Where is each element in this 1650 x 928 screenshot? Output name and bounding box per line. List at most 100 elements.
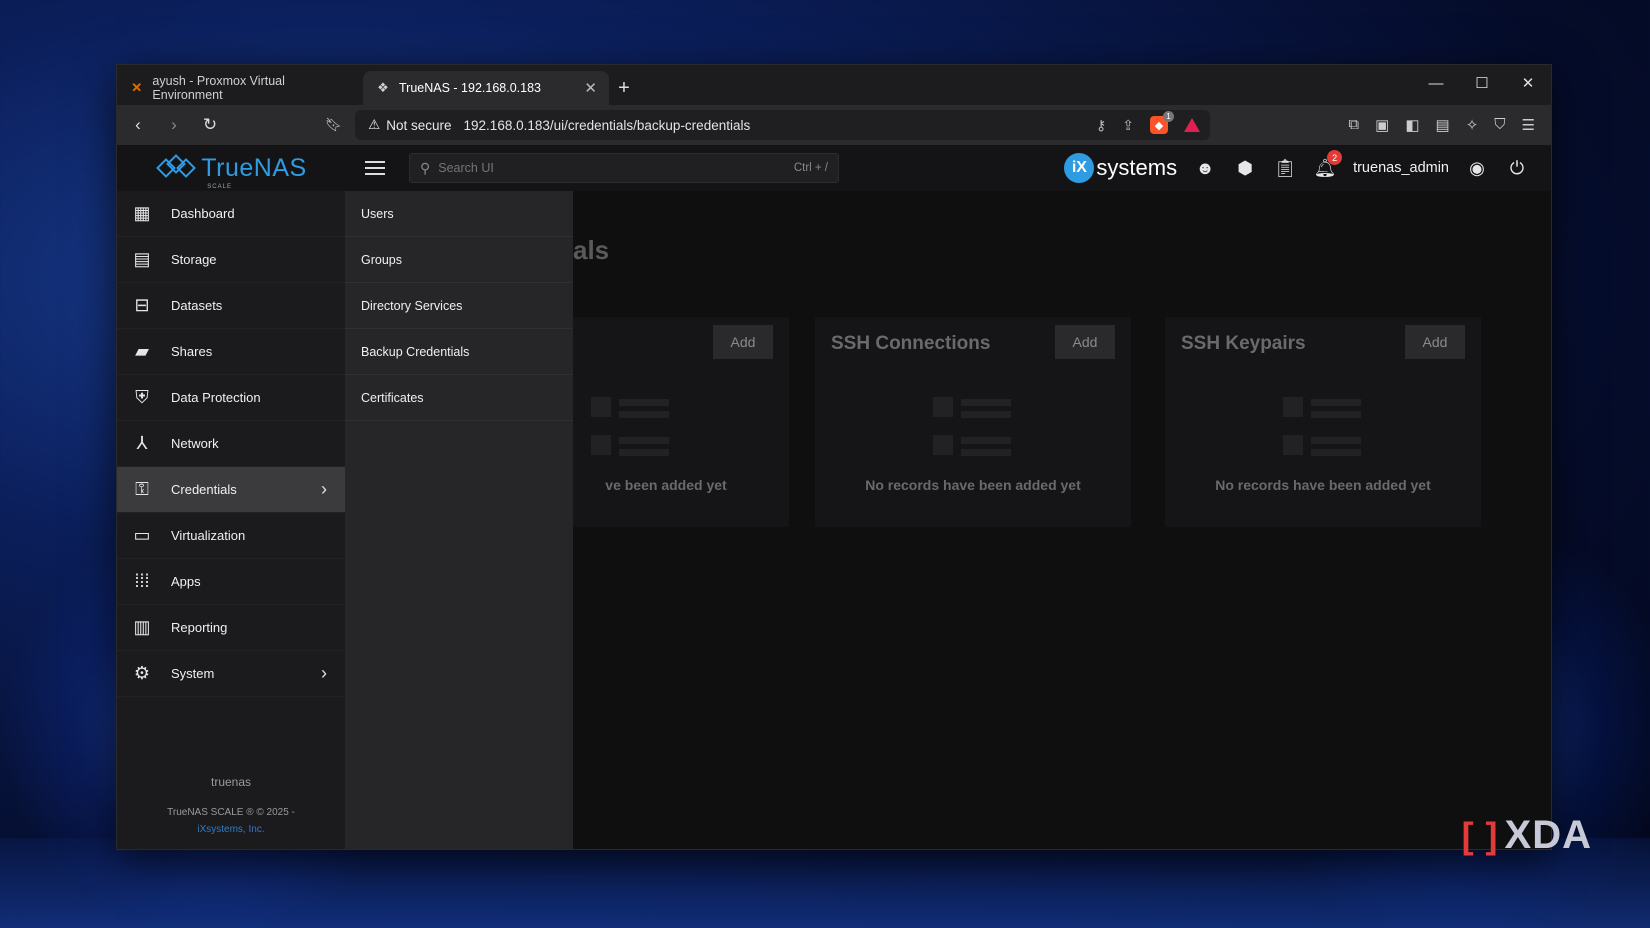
truecommand-icon[interactable]: ⬢ xyxy=(1233,156,1257,180)
omnibox-actions: ⚷ ⇪ ◆ xyxy=(1096,111,1200,134)
chevron-right-icon: › xyxy=(321,663,327,683)
dashboard-icon: ▦ xyxy=(133,203,151,223)
hostname: truenas xyxy=(210,775,252,789)
minimize-icon[interactable]: — xyxy=(1413,65,1459,101)
datasets-icon: ⊟ xyxy=(134,295,150,315)
new-tab-button[interactable]: + xyxy=(609,71,639,105)
account-icon[interactable]: ◉ xyxy=(1465,156,1489,180)
sidebar-item-shares[interactable]: ▰ Shares xyxy=(117,329,345,375)
sidebar-item-system[interactable]: ⚙ System › xyxy=(117,651,345,697)
empty-text: No records have been added yet xyxy=(865,477,1081,493)
bookmark-icon[interactable]: 🔖︎ xyxy=(325,117,342,133)
apps-grid-icon: ⁞⁞⁞ xyxy=(134,571,150,591)
close-window-icon[interactable]: ✕ xyxy=(1505,65,1551,101)
ixsystems-logo[interactable]: iX systems xyxy=(1064,153,1177,183)
sidebar: ▦ Dashboard ▤ Storage ⊟ Datasets ▰ Shares ⛨ D… xyxy=(117,191,345,849)
credentials-submenu: Users Groups Directory Services Backup C… xyxy=(345,191,573,849)
security-label: Not secure xyxy=(386,117,452,133)
maximize-icon[interactable]: ☐ xyxy=(1459,65,1505,101)
address-bar[interactable]: 🔖︎ ⚠ Not secure 192.168.0.183/ui/credent… xyxy=(325,110,1210,140)
key-icon[interactable]: ⚷ xyxy=(1096,117,1106,134)
card-cloud-credentials: Add ve been added yet xyxy=(573,317,789,527)
sidebar-item-virtualization[interactable]: ▭ Virtualization xyxy=(117,513,345,559)
wallet-icon[interactable]: ▤ xyxy=(1436,116,1450,134)
leo-ai-icon[interactable]: ✧ xyxy=(1466,116,1479,134)
search-shortcut: Ctrl + / xyxy=(793,162,828,174)
forward-icon[interactable]: › xyxy=(163,114,185,136)
menu-icon[interactable]: ☰ xyxy=(1522,116,1535,134)
sidebar-item-network[interactable]: ⅄ Network xyxy=(117,421,345,467)
sidebar-item-reporting[interactable]: ▥ Reporting xyxy=(117,605,345,651)
submenu-item-directory-services[interactable]: Directory Services xyxy=(345,283,573,329)
card-title: SSH Keypairs xyxy=(1181,333,1306,354)
brave-rewards-icon[interactable] xyxy=(1184,118,1200,132)
sidebar-item-apps[interactable]: ⁞⁞⁞ Apps xyxy=(117,559,345,605)
sidebar-item-label: System xyxy=(171,666,215,681)
add-button[interactable]: Add xyxy=(1405,325,1465,359)
page-title: als xyxy=(573,235,610,265)
submenu-item-groups[interactable]: Groups xyxy=(345,237,573,283)
notifications-bell-icon[interactable]: 🔔︎ 2 xyxy=(1313,150,1343,180)
add-button[interactable]: Add xyxy=(713,325,773,359)
tab-proxmox[interactable]: ✕ ayush - Proxmox Virtual Environment xyxy=(117,71,363,105)
screenshot-icon[interactable]: ▣ xyxy=(1375,116,1389,134)
chart-icon: ▥ xyxy=(133,617,151,637)
window-controls: — ☐ ✕ xyxy=(1413,65,1551,101)
hamburger-menu-icon[interactable] xyxy=(365,161,385,175)
submenu-item-backup-credentials[interactable]: Backup Credentials xyxy=(345,329,573,375)
jobs-clipboard-icon[interactable]: 📋︎ xyxy=(1273,156,1297,180)
feedback-icon[interactable]: ☻ xyxy=(1193,156,1217,180)
sidebar-item-dashboard[interactable]: ▦ Dashboard xyxy=(117,191,345,237)
power-icon[interactable]: ⏻ xyxy=(1505,156,1529,180)
empty-placeholder-icon xyxy=(933,397,1013,459)
card-ssh-connections: SSH Connections Add No records have been… xyxy=(815,317,1131,527)
storage-icon: ▤ xyxy=(133,249,151,269)
tab-truenas[interactable]: ❖ TrueNAS - 192.168.0.183 ✕ xyxy=(363,71,609,105)
empty-text: ve been added yet xyxy=(605,477,727,493)
company-link[interactable]: iXsystems, Inc. xyxy=(117,824,345,835)
xda-bracket-icon: [ ] xyxy=(1461,814,1499,856)
search-box[interactable]: ⚲ Ctrl + / xyxy=(409,153,839,183)
close-tab-icon[interactable]: ✕ xyxy=(584,79,597,97)
sidebar-item-label: Credentials xyxy=(171,482,237,497)
share-icon[interactable]: ⇪ xyxy=(1122,117,1134,134)
sidebar-item-data-protection[interactable]: ⛨ Data Protection xyxy=(117,375,345,421)
sidebar-item-label: Apps xyxy=(171,574,201,589)
topbar-actions: iX systems ☻ ⬢ 📋︎ 🔔︎ 2 truenas_admin ◉ ⏻ xyxy=(1064,150,1551,183)
tab-title: ayush - Proxmox Virtual Environment xyxy=(152,74,285,102)
brave-shields-icon[interactable]: ◆ xyxy=(1150,111,1174,134)
key-icon: ⚿ xyxy=(135,479,149,499)
reload-icon[interactable]: ↻ xyxy=(199,114,221,136)
laptop-icon: ▭ xyxy=(133,525,151,545)
sidebar-item-storage[interactable]: ▤ Storage xyxy=(117,237,345,283)
sidebar-item-label: Reporting xyxy=(171,620,228,635)
truenas-app: TrueNASSCALE ⚲ Ctrl + / iXsystems ☻ ⬢ 📋︎… xyxy=(117,145,1551,849)
tab-title: TrueNAS - 192.168.0.183 xyxy=(399,81,541,95)
submenu-item-users[interactable]: Users xyxy=(345,191,573,237)
sidebar-item-credentials[interactable]: ⚿ Credentials › xyxy=(117,467,345,513)
truenas-icon: ❖ xyxy=(377,80,389,95)
browser-window: ✕ ayush - Proxmox Virtual Environment ❖ … xyxy=(116,64,1552,850)
app-topbar: TrueNASSCALE ⚲ Ctrl + / iXsystems ☻ ⬢ 📋︎… xyxy=(117,145,1551,191)
logo-text: TrueNAS SCALE xyxy=(201,153,307,190)
empty-placeholder-icon xyxy=(1283,397,1363,459)
sidebar-item-label: Storage xyxy=(171,252,217,267)
card-title: SSH Connections xyxy=(831,333,991,354)
url-text[interactable]: 192.168.0.183/ui/credentials/backup-cred… xyxy=(464,118,751,133)
sidebar-item-label: Data Protection xyxy=(171,390,261,405)
extensions-icon[interactable]: ⧉ xyxy=(1348,116,1359,134)
back-icon[interactable]: ‹ xyxy=(127,114,149,136)
shares-icon: ▰ xyxy=(135,341,149,361)
submenu-item-certificates[interactable]: Certificates xyxy=(345,375,573,421)
search-input[interactable] xyxy=(438,161,786,175)
truenas-logo[interactable]: TrueNAS SCALE xyxy=(117,145,345,191)
background-floor xyxy=(0,838,1650,928)
security-indicator[interactable]: ⚠ Not secure xyxy=(368,117,451,133)
copyright: TrueNAS SCALE ® © 2025 - iXsystems, Inc. xyxy=(117,807,345,835)
add-button[interactable]: Add xyxy=(1055,325,1115,359)
sidebar-item-datasets[interactable]: ⊟ Datasets xyxy=(117,283,345,329)
sidebar-toggle-icon[interactable]: ◧ xyxy=(1405,116,1419,134)
vpn-icon[interactable]: ⛉ xyxy=(1494,116,1505,134)
notification-badge: 2 xyxy=(1327,150,1343,165)
username-label[interactable]: truenas_admin xyxy=(1353,160,1449,176)
